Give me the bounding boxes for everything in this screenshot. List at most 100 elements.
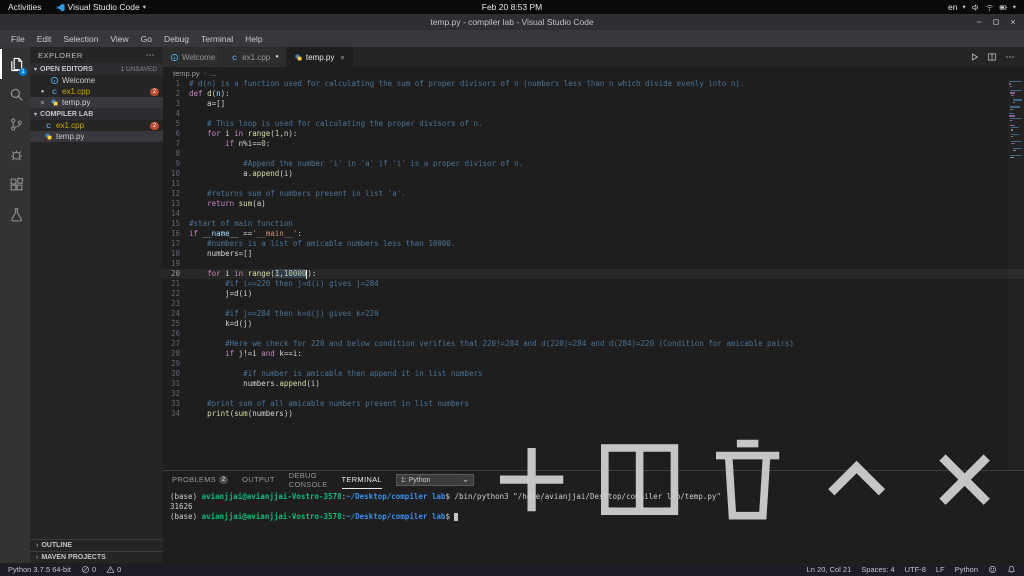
code-line-31[interactable]: 31 numbers.append(i)	[163, 379, 1024, 389]
code-line-14[interactable]: 14	[163, 209, 1024, 219]
code-line-2[interactable]: 2 def d(n):	[163, 89, 1024, 99]
code-line-1[interactable]: 1 # d(n) is a function used for calculati…	[163, 79, 1024, 89]
close-window-icon[interactable]	[1009, 18, 1017, 26]
folder-header[interactable]: ▾ COMPILER LAB	[30, 108, 163, 120]
file-item-ex1-cpp[interactable]: ● Cex1.cpp 2	[30, 86, 163, 97]
code-line-13[interactable]: 13 return sum(a)	[163, 199, 1024, 209]
status-errors[interactable]: 0	[81, 565, 96, 574]
battery-icon[interactable]	[999, 3, 1008, 12]
code-line-4[interactable]: 4	[163, 109, 1024, 119]
panel-tab-output[interactable]: OUTPUT	[242, 471, 275, 489]
tab-ex1-cpp[interactable]: Cex1.cpp ●	[223, 47, 287, 67]
menu-go[interactable]: Go	[135, 32, 158, 46]
status-warnings[interactable]: 0	[106, 565, 121, 574]
app-menu[interactable]: Visual Studio Code ▾	[55, 2, 146, 12]
terminal[interactable]: (base) avianjjai@avianjjai-Vostro-3578:~…	[163, 489, 1024, 563]
tab-label: ex1.cpp	[242, 52, 271, 62]
code-line-28[interactable]: 28 if j!=i and k==i:	[163, 349, 1024, 359]
panel-tab-problems[interactable]: PROBLEMS 2	[172, 471, 229, 489]
minimap[interactable]	[1008, 79, 1024, 470]
code-line-20[interactable]: 20 for i in range(1,10000):	[163, 269, 1024, 279]
code-line-24[interactable]: 24 #if j==284 then k=d(j) gives k=220	[163, 309, 1024, 319]
code-line-12[interactable]: 12 #returns sum of numbers present in li…	[163, 189, 1024, 199]
more-icon[interactable]	[1005, 52, 1015, 62]
menu-view[interactable]: View	[104, 32, 134, 46]
code-line-15[interactable]: 15 #start of main function	[163, 219, 1024, 229]
panel-tab-debug-console[interactable]: DEBUG CONSOLE	[289, 471, 328, 489]
clock[interactable]: Feb 20 8:53 PM	[0, 2, 1024, 12]
open-editors-header[interactable]: ▾ OPEN EDITORS 1 UNSAVED	[30, 63, 163, 75]
minimize-icon[interactable]	[975, 18, 983, 26]
code-line-5[interactable]: 5 # This loop is used for calculating th…	[163, 119, 1024, 129]
code-line-25[interactable]: 25 k=d(j)	[163, 319, 1024, 329]
tab-temp-py[interactable]: temp.py	[286, 47, 355, 67]
activity-debug[interactable]	[0, 139, 30, 169]
code-line-9[interactable]: 9 #Append the number 'i' in 'a' if 'i' i…	[163, 159, 1024, 169]
file-item-ex1-cpp[interactable]: Cex1.cpp 2	[30, 120, 163, 131]
activity-source-control[interactable]	[0, 109, 30, 139]
file-item-temp-py[interactable]: temp.py	[30, 131, 163, 142]
code-line-17[interactable]: 17 #numbers is a list of amicable number…	[163, 239, 1024, 249]
code-line-22[interactable]: 22 j=d(i)	[163, 289, 1024, 299]
activity-explorer[interactable]: 1	[0, 49, 30, 79]
code-line-8[interactable]: 8	[163, 149, 1024, 159]
code-line-7[interactable]: 7 if n%i==0:	[163, 139, 1024, 149]
status-feedback[interactable]	[988, 565, 997, 574]
panel-tab-terminal[interactable]: TERMINAL	[341, 471, 382, 489]
close-icon[interactable]	[339, 54, 346, 61]
split-editor-icon[interactable]	[987, 52, 997, 62]
code-editor[interactable]: 1 # d(n) is a function used for calculati…	[163, 79, 1024, 470]
code-line-10[interactable]: 10 a.append(i)	[163, 169, 1024, 179]
section-outline[interactable]: › OUTLINE	[30, 539, 163, 551]
code-line-6[interactable]: 6 for i in range(1,n):	[163, 129, 1024, 139]
file-item-temp-py[interactable]: temp.py	[30, 97, 163, 108]
activities-button[interactable]: Activities	[8, 2, 42, 12]
breadcrumb-item[interactable]: ...	[210, 69, 216, 78]
menu-edit[interactable]: Edit	[31, 32, 58, 46]
menu-debug[interactable]: Debug	[158, 32, 195, 46]
code-line-33[interactable]: 33 #print sum of all amicable numbers pr…	[163, 399, 1024, 409]
menu-file[interactable]: File	[5, 32, 31, 46]
code-line-34[interactable]: 34 print(sum(numbers))	[163, 409, 1024, 419]
code-line-27[interactable]: 27 #Here we check for 220 and below cond…	[163, 339, 1024, 349]
breadcrumb-item[interactable]: temp.py	[173, 69, 200, 78]
status-cursor-position[interactable]: Ln 20, Col 21	[807, 565, 852, 574]
code-line-29[interactable]: 29	[163, 359, 1024, 369]
terminal-selector[interactable]: 1: Python	[395, 474, 474, 486]
activity-search[interactable]	[0, 79, 30, 109]
code-line-26[interactable]: 26	[163, 329, 1024, 339]
code-line-30[interactable]: 30 #if number is amicable then append it…	[163, 369, 1024, 379]
line-content: k=d(j)	[189, 319, 253, 328]
network-icon[interactable]	[985, 3, 994, 12]
code-line-21[interactable]: 21 #if i==220 then j=d(i) gives j=284	[163, 279, 1024, 289]
status-eol[interactable]: LF	[936, 565, 945, 574]
code-line-19[interactable]: 19	[163, 259, 1024, 269]
code-line-18[interactable]: 18 numbers=[]	[163, 249, 1024, 259]
run-icon[interactable]	[969, 52, 979, 62]
tab-welcome[interactable]: Welcome	[163, 47, 224, 67]
close-icon[interactable]	[38, 99, 47, 106]
screen: Activities Visual Studio Code ▾ Feb 20 8…	[0, 0, 1024, 576]
code-line-32[interactable]: 32	[163, 389, 1024, 399]
menu-help[interactable]: Help	[239, 32, 268, 46]
status-indentation[interactable]: Spaces: 4	[861, 565, 894, 574]
file-item-welcome[interactable]: Welcome	[30, 75, 163, 86]
system-tray[interactable]: en ▾ ▾	[948, 2, 1016, 12]
activity-test[interactable]	[0, 199, 30, 229]
status-python-version[interactable]: Python 3.7.5 64-bit	[8, 565, 71, 574]
status-encoding[interactable]: UTF-8	[905, 565, 926, 574]
menu-terminal[interactable]: Terminal	[195, 32, 239, 46]
menu-selection[interactable]: Selection	[57, 32, 104, 46]
activity-extensions[interactable]	[0, 169, 30, 199]
svg-text:C: C	[52, 89, 57, 96]
code-line-11[interactable]: 11	[163, 179, 1024, 189]
maximize-icon[interactable]	[992, 18, 1000, 26]
section-maven-projects[interactable]: › MAVEN PROJECTS	[30, 551, 163, 563]
status-notifications[interactable]	[1007, 565, 1016, 574]
more-actions-icon[interactable]	[145, 50, 155, 60]
volume-icon[interactable]	[971, 3, 980, 12]
code-line-3[interactable]: 3 a=[]	[163, 99, 1024, 109]
code-line-23[interactable]: 23	[163, 299, 1024, 309]
code-line-16[interactable]: 16 if __name__ =='__main__':	[163, 229, 1024, 239]
status-language-mode[interactable]: Python	[955, 565, 978, 574]
